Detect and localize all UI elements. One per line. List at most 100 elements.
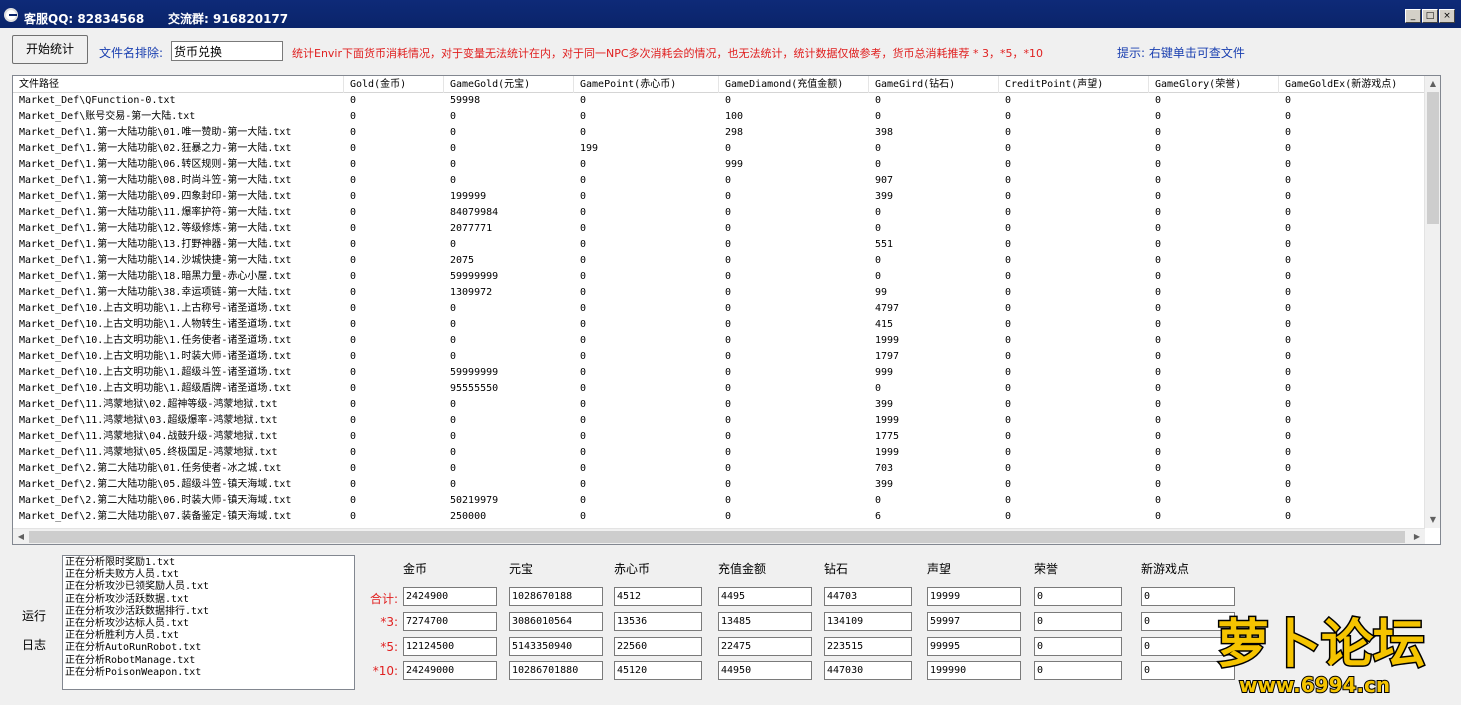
summary-value-field[interactable]: 44950 [718,661,812,680]
exclude-input[interactable] [171,41,283,61]
column-header[interactable]: GameGold(元宝) [444,76,574,93]
column-header[interactable]: CreditPoint(声望) [999,76,1149,93]
scroll-down-icon[interactable]: ▼ [1425,512,1440,528]
table-row[interactable]: Market_Def\QFunction-0.txt 0 59998 0 0 0 0 0 0 [13,93,1425,109]
table-row[interactable]: Market_Def\1.第一大陆功能\13.打野神器-第一大陆.txt 0 0 0 0… [13,237,1425,253]
table-row[interactable]: Market_Def\2.第二大陆功能\01.任务使者-冰之城.txt 0 0 0 0 7… [13,461,1425,477]
column-header[interactable]: Gold(金币) [344,76,444,93]
summary-value-field[interactable]: 24249000 [403,661,497,680]
table-row[interactable]: Market_Def\1.第一大陆功能\01.唯一赞助-第一大陆.txt 0 0 0 2… [13,125,1425,141]
table-row[interactable]: Market_Def\10.上古文明功能\1.时装大师-诸圣道场.txt 0 0 0 0… [13,349,1425,365]
value-cell: 0 [450,447,457,458]
table-row[interactable]: Market_Def\2.第二大陆功能\05.超级斗笠-镇天海域.txt 0 0 0 0… [13,477,1425,493]
file-path-cell: Market_Def\11.鸿蒙地狱\03.超级爆率-鸿蒙地狱.txt [19,415,278,426]
scroll-up-icon[interactable]: ▲ [1425,76,1440,92]
value-cell: 0 [1285,159,1292,170]
summary-value-field[interactable]: 10286701880 [509,661,603,680]
summary-value-field[interactable]: 223515 [824,637,912,656]
table-row[interactable]: Market_Def\11.鸿蒙地狱\03.超级爆率-鸿蒙地狱.txt 0 0 0 0 1… [13,413,1425,429]
table-row[interactable]: Market_Def\10.上古文明功能\1.超级盾牌-诸圣道场.txt 0 955… [13,381,1425,397]
column-header[interactable]: GameGoldEx(新游戏点) [1279,76,1425,93]
column-header[interactable]: 文件路径 [13,76,344,93]
value-cell: 0 [450,319,457,330]
table-row[interactable]: Market_Def\11.鸿蒙地狱\02.超神等级-鸿蒙地狱.txt 0 0 0 0 3… [13,397,1425,413]
summary-value-field[interactable]: 0 [1034,612,1122,631]
table-row[interactable]: Market_Def\1.第一大陆功能\11.爆率护符-第一大陆.txt 0 840… [13,205,1425,221]
log-line: 正在分析攻沙达标人员.txt [65,618,190,630]
summary-value-field[interactable]: 3086010564 [509,612,603,631]
vertical-scrollbar[interactable]: ▲ ▼ [1424,76,1440,528]
summary-value-field[interactable]: 199990 [927,661,1021,680]
summary-value-field[interactable]: 22475 [718,637,812,656]
column-header[interactable]: GameGlory(荣誉) [1149,76,1279,93]
value-cell: 0 [1005,383,1012,394]
close-button[interactable]: × [1439,9,1455,23]
table-row[interactable]: Market_Def\1.第一大陆功能\02.狂暴之力-第一大陆.txt 0 0 19… [13,141,1425,157]
minimize-button[interactable]: _ [1405,9,1421,23]
table-row[interactable]: Market_Def\11.鸿蒙地狱\04.战鼓升级-鸿蒙地狱.txt 0 0 0 0 1… [13,429,1425,445]
scroll-right-icon[interactable]: ▶ [1409,529,1425,544]
summary-value-field[interactable]: 13536 [614,612,702,631]
vertical-scroll-thumb[interactable] [1427,92,1439,224]
value-cell: 0 [350,271,357,282]
table-row[interactable]: Market_Def\账号交易-第一大陆.txt 0 0 0 100 0 0 0 0 [13,109,1425,125]
file-table[interactable]: 文件路径 Gold(金币) GameGold(元宝) GamePoint(赤心币) Ga… [12,75,1441,545]
horizontal-scrollbar[interactable]: ◀ ▶ [13,528,1425,544]
summary-value-field[interactable]: 2424900 [403,587,497,606]
table-header: 文件路径 Gold(金币) GameGold(元宝) GamePoint(赤心币) Ga… [13,76,1425,93]
file-path-cell: Market_Def\2.第二大陆功能\01.任务使者-冰之城.txt [19,463,282,474]
table-row[interactable]: Market_Def\1.第一大陆功能\14.沙城快捷-第一大陆.txt 0 207… [13,253,1425,269]
summary-value-field[interactable]: 0 [1034,587,1122,606]
value-cell: 0 [1005,415,1012,426]
summary-value-field[interactable]: 13485 [718,612,812,631]
table-row[interactable]: Market_Def\10.上古文明功能\1.人物转生-诸圣道场.txt 0 0 0 0… [13,317,1425,333]
column-header[interactable]: GamePoint(赤心币) [574,76,719,93]
table-row[interactable]: Market_Def\1.第一大陆功能\06.转区规则-第一大陆.txt 0 0 0 9… [13,157,1425,173]
maximize-button[interactable]: □ [1422,9,1438,23]
summary-value-field[interactable]: 59997 [927,612,1021,631]
table-row[interactable]: Market_Def\2.第二大陆功能\06.时装大师-镇天海域.txt 0 502… [13,493,1425,509]
summary-value-field[interactable]: 447030 [824,661,912,680]
table-row[interactable]: Market_Def\1.第一大陆功能\38.幸运项链-第一大陆.txt 0 130… [13,285,1425,301]
run-log[interactable]: 正在分析限时奖励1.txt 正在分析夫败方人员.txt 正在分析攻沙已领奖励人员.t… [62,555,355,690]
summary-value-field[interactable]: 4512 [614,587,702,606]
value-cell: 0 [1285,383,1292,394]
value-cell: 0 [1155,479,1162,490]
summary-value-field[interactable]: 4495 [718,587,812,606]
summary-value-field[interactable]: 99995 [927,637,1021,656]
summary-value-field[interactable]: 44703 [824,587,912,606]
table-row[interactable]: Market_Def\2.第二大陆功能\07.装备鉴定-镇天海域.txt 0 250… [13,509,1425,525]
value-cell: 0 [1155,207,1162,218]
summary-value-field[interactable]: 19999 [927,587,1021,606]
horizontal-scroll-thumb[interactable] [29,531,1405,543]
table-row[interactable]: Market_Def\10.上古文明功能\1.超级斗笠-诸圣道场.txt 0 599… [13,365,1425,381]
summary-value-field[interactable]: 5143350940 [509,637,603,656]
value-cell: 0 [350,191,357,202]
table-row[interactable]: Market_Def\10.上古文明功能\1.任务使者-诸圣道场.txt 0 0 0 0… [13,333,1425,349]
value-cell: 0 [1155,447,1162,458]
summary-value-field[interactable]: 22560 [614,637,702,656]
table-row[interactable]: Market_Def\1.第一大陆功能\18.暗黑力量-赤心小屋.txt 0 599… [13,269,1425,285]
value-cell: 0 [1155,511,1162,522]
file-path-cell: Market_Def\1.第一大陆功能\08.时尚斗笠-第一大陆.txt [19,175,292,186]
summary-value-field[interactable]: 45120 [614,661,702,680]
value-cell: 0 [1005,95,1012,106]
summary-value-field[interactable]: 12124500 [403,637,497,656]
column-header[interactable]: GameGird(钻石) [869,76,999,93]
value-cell: 0 [580,223,587,234]
table-row[interactable]: Market_Def\11.鸿蒙地狱\05.终极国足-鸿蒙地狱.txt 0 0 0 0 1… [13,445,1425,461]
table-row[interactable]: Market_Def\1.第一大陆功能\12.等级修炼-第一大陆.txt 0 207… [13,221,1425,237]
table-row[interactable]: Market_Def\1.第一大陆功能\09.四象封印-第一大陆.txt 0 199… [13,189,1425,205]
summary-value-field[interactable]: 0 [1034,637,1122,656]
summary-value-field[interactable]: 1028670188 [509,587,603,606]
start-stat-button[interactable]: 开始统计 [12,35,88,64]
table-row[interactable]: Market_Def\1.第一大陆功能\08.时尚斗笠-第一大陆.txt 0 0 0 0… [13,173,1425,189]
summary-value-field[interactable]: 134109 [824,612,912,631]
table-row[interactable]: Market_Def\10.上古文明功能\1.上古称号-诸圣道场.txt 0 0 0 0… [13,301,1425,317]
scroll-left-icon[interactable]: ◀ [13,529,29,544]
column-header[interactable]: GameDiamond(充值金额) [719,76,869,93]
summary-value-field[interactable]: 0 [1034,661,1122,680]
value-cell: 0 [725,303,732,314]
summary-value-field[interactable]: 7274700 [403,612,497,631]
file-path-cell: Market_Def\2.第二大陆功能\06.时装大师-镇天海域.txt [19,495,292,506]
